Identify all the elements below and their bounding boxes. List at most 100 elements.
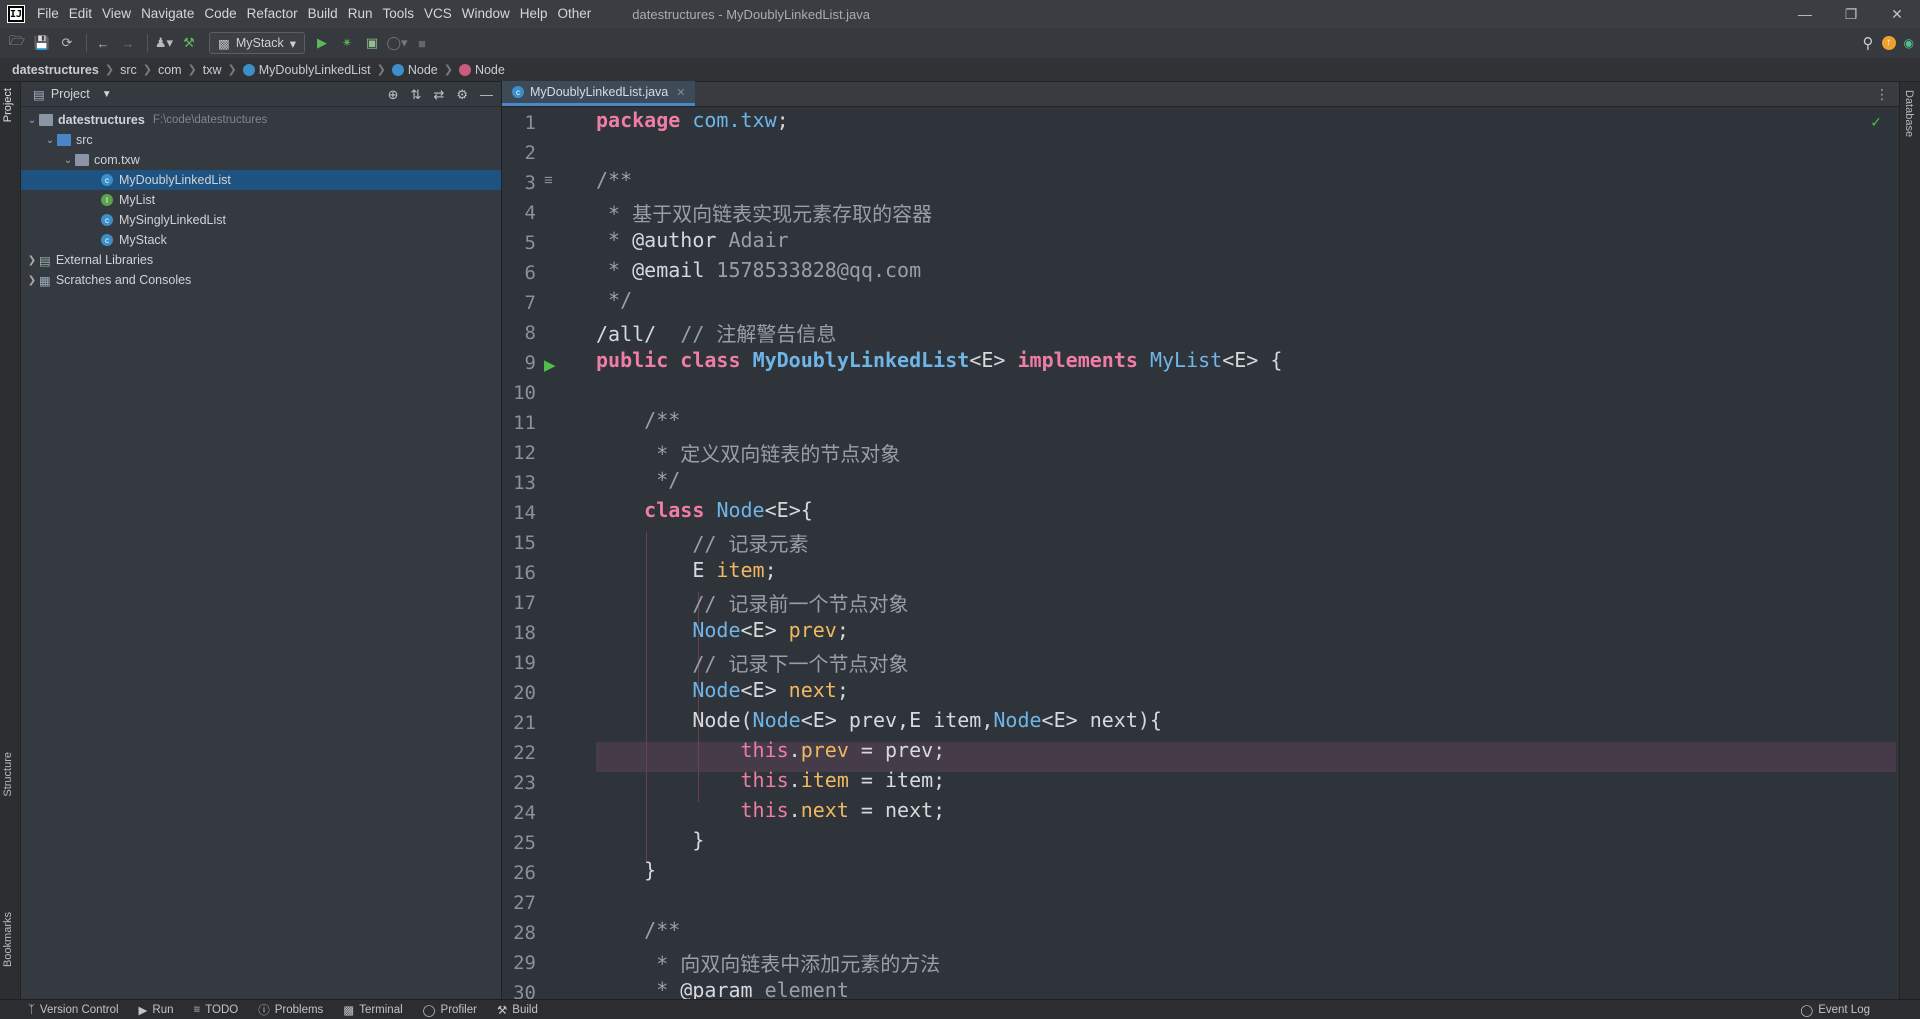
tree-item-mylist[interactable]: I MyList bbox=[21, 190, 501, 210]
crumb-inner-class-label: Node bbox=[407, 62, 438, 77]
menu-run[interactable]: Run bbox=[343, 0, 378, 28]
crumb-src[interactable]: src bbox=[120, 63, 137, 77]
plugin-icon[interactable]: ◉ bbox=[1904, 36, 1914, 50]
tree-item-mydoublylinkedlist[interactable]: c MyDoublyLinkedList bbox=[21, 170, 501, 190]
line-number: 18 bbox=[513, 622, 536, 644]
menu-tools[interactable]: Tools bbox=[377, 0, 419, 28]
menu-window[interactable]: Window bbox=[457, 0, 515, 28]
profile-icon[interactable]: ◯▾ bbox=[386, 32, 408, 54]
right-tool-stripe: Database bbox=[1899, 82, 1920, 999]
class-icon: c bbox=[101, 174, 113, 186]
menu-navigate[interactable]: Navigate bbox=[136, 0, 199, 28]
tree-item-scratches[interactable]: ❯ ▦ Scratches and Consoles bbox=[21, 270, 501, 290]
expand-all-icon[interactable]: ⇅ bbox=[411, 87, 422, 103]
hide-icon[interactable]: — bbox=[480, 87, 493, 102]
toolbar-divider bbox=[147, 34, 148, 52]
tree-item-datestructures[interactable]: ⌄ datestructures F:\code\datestructures bbox=[21, 110, 501, 130]
editor-tab-mydoublylinkedlist[interactable]: c MyDoublyLinkedList.java ✕ bbox=[502, 81, 696, 106]
menu-view[interactable]: View bbox=[97, 0, 136, 28]
run-gutter-icon[interactable]: ▶ bbox=[544, 356, 556, 374]
build-tool-button[interactable]: ⚒ Build bbox=[497, 1003, 538, 1017]
structure-tool-tab[interactable]: Structure bbox=[2, 752, 14, 797]
editor-tabs: c MyDoublyLinkedList.java ✕ bbox=[502, 81, 1899, 107]
build-hammer-icon[interactable]: ⚒ bbox=[178, 32, 200, 54]
chevron-down-icon[interactable]: ⌄ bbox=[43, 135, 57, 146]
no-problems-check-icon[interactable]: ✓ bbox=[1870, 114, 1882, 131]
doc-render-icon[interactable]: ≡ bbox=[544, 172, 553, 189]
event-log-button[interactable]: ◯ Event Log bbox=[1800, 1003, 1870, 1017]
tab-options-icon[interactable]: ⋮ bbox=[1875, 86, 1889, 103]
line-number: 29 bbox=[513, 952, 536, 974]
debug-icon[interactable]: ✴ bbox=[336, 32, 358, 54]
crumb-separator: ❯ bbox=[227, 64, 237, 76]
save-icon[interactable]: 💾 bbox=[31, 32, 53, 54]
menu-file[interactable]: File bbox=[32, 0, 64, 28]
project-view-icon: ▤ bbox=[33, 87, 45, 102]
menu-edit[interactable]: Edit bbox=[64, 0, 97, 28]
run-tool-button[interactable]: ▶ Run bbox=[139, 1003, 174, 1017]
profiler-tool-button[interactable]: ◯ Profiler bbox=[423, 1003, 477, 1017]
code-line: public class MyDoublyLinkedList<E> imple… bbox=[596, 348, 1283, 372]
bookmarks-tool-tab[interactable]: Bookmarks bbox=[2, 912, 14, 967]
tree-item-package[interactable]: ⌄ com.txw bbox=[21, 150, 501, 170]
crumb-class[interactable]: MyDoublyLinkedList bbox=[242, 63, 371, 77]
menu-vcs[interactable]: VCS bbox=[419, 0, 457, 28]
line-number: 19 bbox=[513, 652, 536, 674]
crumb-com[interactable]: com bbox=[158, 63, 182, 77]
scratches-icon: ▦ bbox=[39, 273, 51, 288]
crumb-inner-class[interactable]: Node bbox=[391, 62, 438, 77]
event-log-icon: ◯ bbox=[1800, 1004, 1814, 1017]
menu-build[interactable]: Build bbox=[303, 0, 343, 28]
todo-tool-button[interactable]: ≡ TODO bbox=[194, 1004, 239, 1016]
run-configuration-select[interactable]: ▩ MyStack ▾ bbox=[209, 32, 306, 54]
problems-tool-button[interactable]: ⓘ Problems bbox=[258, 1002, 323, 1018]
crumb-project[interactable]: datestructures bbox=[12, 63, 99, 77]
stop-icon[interactable]: ■ bbox=[411, 32, 433, 54]
back-icon[interactable]: ← bbox=[92, 32, 114, 54]
chevron-down-icon[interactable]: ⌄ bbox=[25, 115, 39, 126]
menu-refactor[interactable]: Refactor bbox=[242, 0, 303, 28]
version-control-button[interactable]: ᛉ Version Control bbox=[28, 1004, 119, 1016]
code-line: * @email 1578533828@qq.com bbox=[596, 258, 922, 282]
code-area[interactable]: package com.txw; /** * 基于双向链表实现元素存取的容器 *… bbox=[596, 108, 1896, 999]
editor-pane: c MyDoublyLinkedList.java ✕ 1 2 3 4 5 6 … bbox=[502, 81, 1899, 1004]
tree-item-mystack[interactable]: c MyStack bbox=[21, 230, 501, 250]
code-line: * 定义双向链表的节点对象 bbox=[596, 442, 901, 466]
forward-icon[interactable]: → bbox=[117, 32, 139, 54]
menu-code[interactable]: Code bbox=[199, 0, 241, 28]
chevron-right-icon[interactable]: ❯ bbox=[25, 275, 39, 286]
minimize-icon[interactable]: — bbox=[1782, 0, 1828, 28]
open-folder-icon[interactable]: 🗁 bbox=[6, 32, 28, 54]
user-icon[interactable]: ♟▾ bbox=[153, 32, 175, 54]
run-icon[interactable]: ▶ bbox=[311, 32, 333, 54]
code-line: /** bbox=[596, 168, 633, 192]
code-line: // 记录前一个节点对象 bbox=[692, 592, 909, 616]
terminal-tool-button[interactable]: ▩ Terminal bbox=[343, 1003, 402, 1017]
project-tool-tab[interactable]: Project bbox=[2, 88, 14, 122]
search-icon[interactable]: ⚲ bbox=[1863, 34, 1874, 52]
tree-item-src[interactable]: ⌄ src bbox=[21, 130, 501, 150]
crumb-method-label: Node bbox=[474, 62, 505, 77]
gear-icon[interactable]: ⚙ bbox=[456, 87, 468, 103]
crumb-txw[interactable]: txw bbox=[203, 63, 222, 77]
menu-help[interactable]: Help bbox=[515, 0, 553, 28]
collapse-all-icon[interactable]: ⇄ bbox=[433, 87, 444, 103]
locate-icon[interactable]: ⊕ bbox=[388, 87, 399, 103]
close-icon[interactable]: ✕ bbox=[1874, 0, 1920, 28]
update-icon[interactable]: ↑ bbox=[1881, 36, 1896, 50]
window-title: datestructures - MyDoublyLinkedList.java bbox=[632, 6, 871, 22]
close-tab-icon[interactable]: ✕ bbox=[676, 86, 685, 99]
chevron-down-icon[interactable]: ▼ bbox=[102, 89, 112, 100]
menu-other[interactable]: Other bbox=[553, 0, 597, 28]
sync-icon[interactable]: ⟳ bbox=[56, 32, 78, 54]
coverage-icon[interactable]: ▣ bbox=[361, 32, 383, 54]
crumb-method[interactable]: Node bbox=[458, 62, 505, 77]
project-panel-title[interactable]: Project bbox=[51, 87, 90, 101]
tree-item-external-libraries[interactable]: ❯ ▤ External Libraries bbox=[21, 250, 501, 270]
tree-item-mysinglylinkedlist[interactable]: c MySinglyLinkedList bbox=[21, 210, 501, 230]
database-tool-tab[interactable]: Database bbox=[1903, 90, 1915, 137]
restore-icon[interactable]: ❐ bbox=[1828, 0, 1874, 28]
chevron-down-icon[interactable]: ⌄ bbox=[61, 155, 75, 166]
chevron-right-icon[interactable]: ❯ bbox=[25, 255, 39, 266]
code-line: // 记录元素 bbox=[692, 532, 809, 556]
